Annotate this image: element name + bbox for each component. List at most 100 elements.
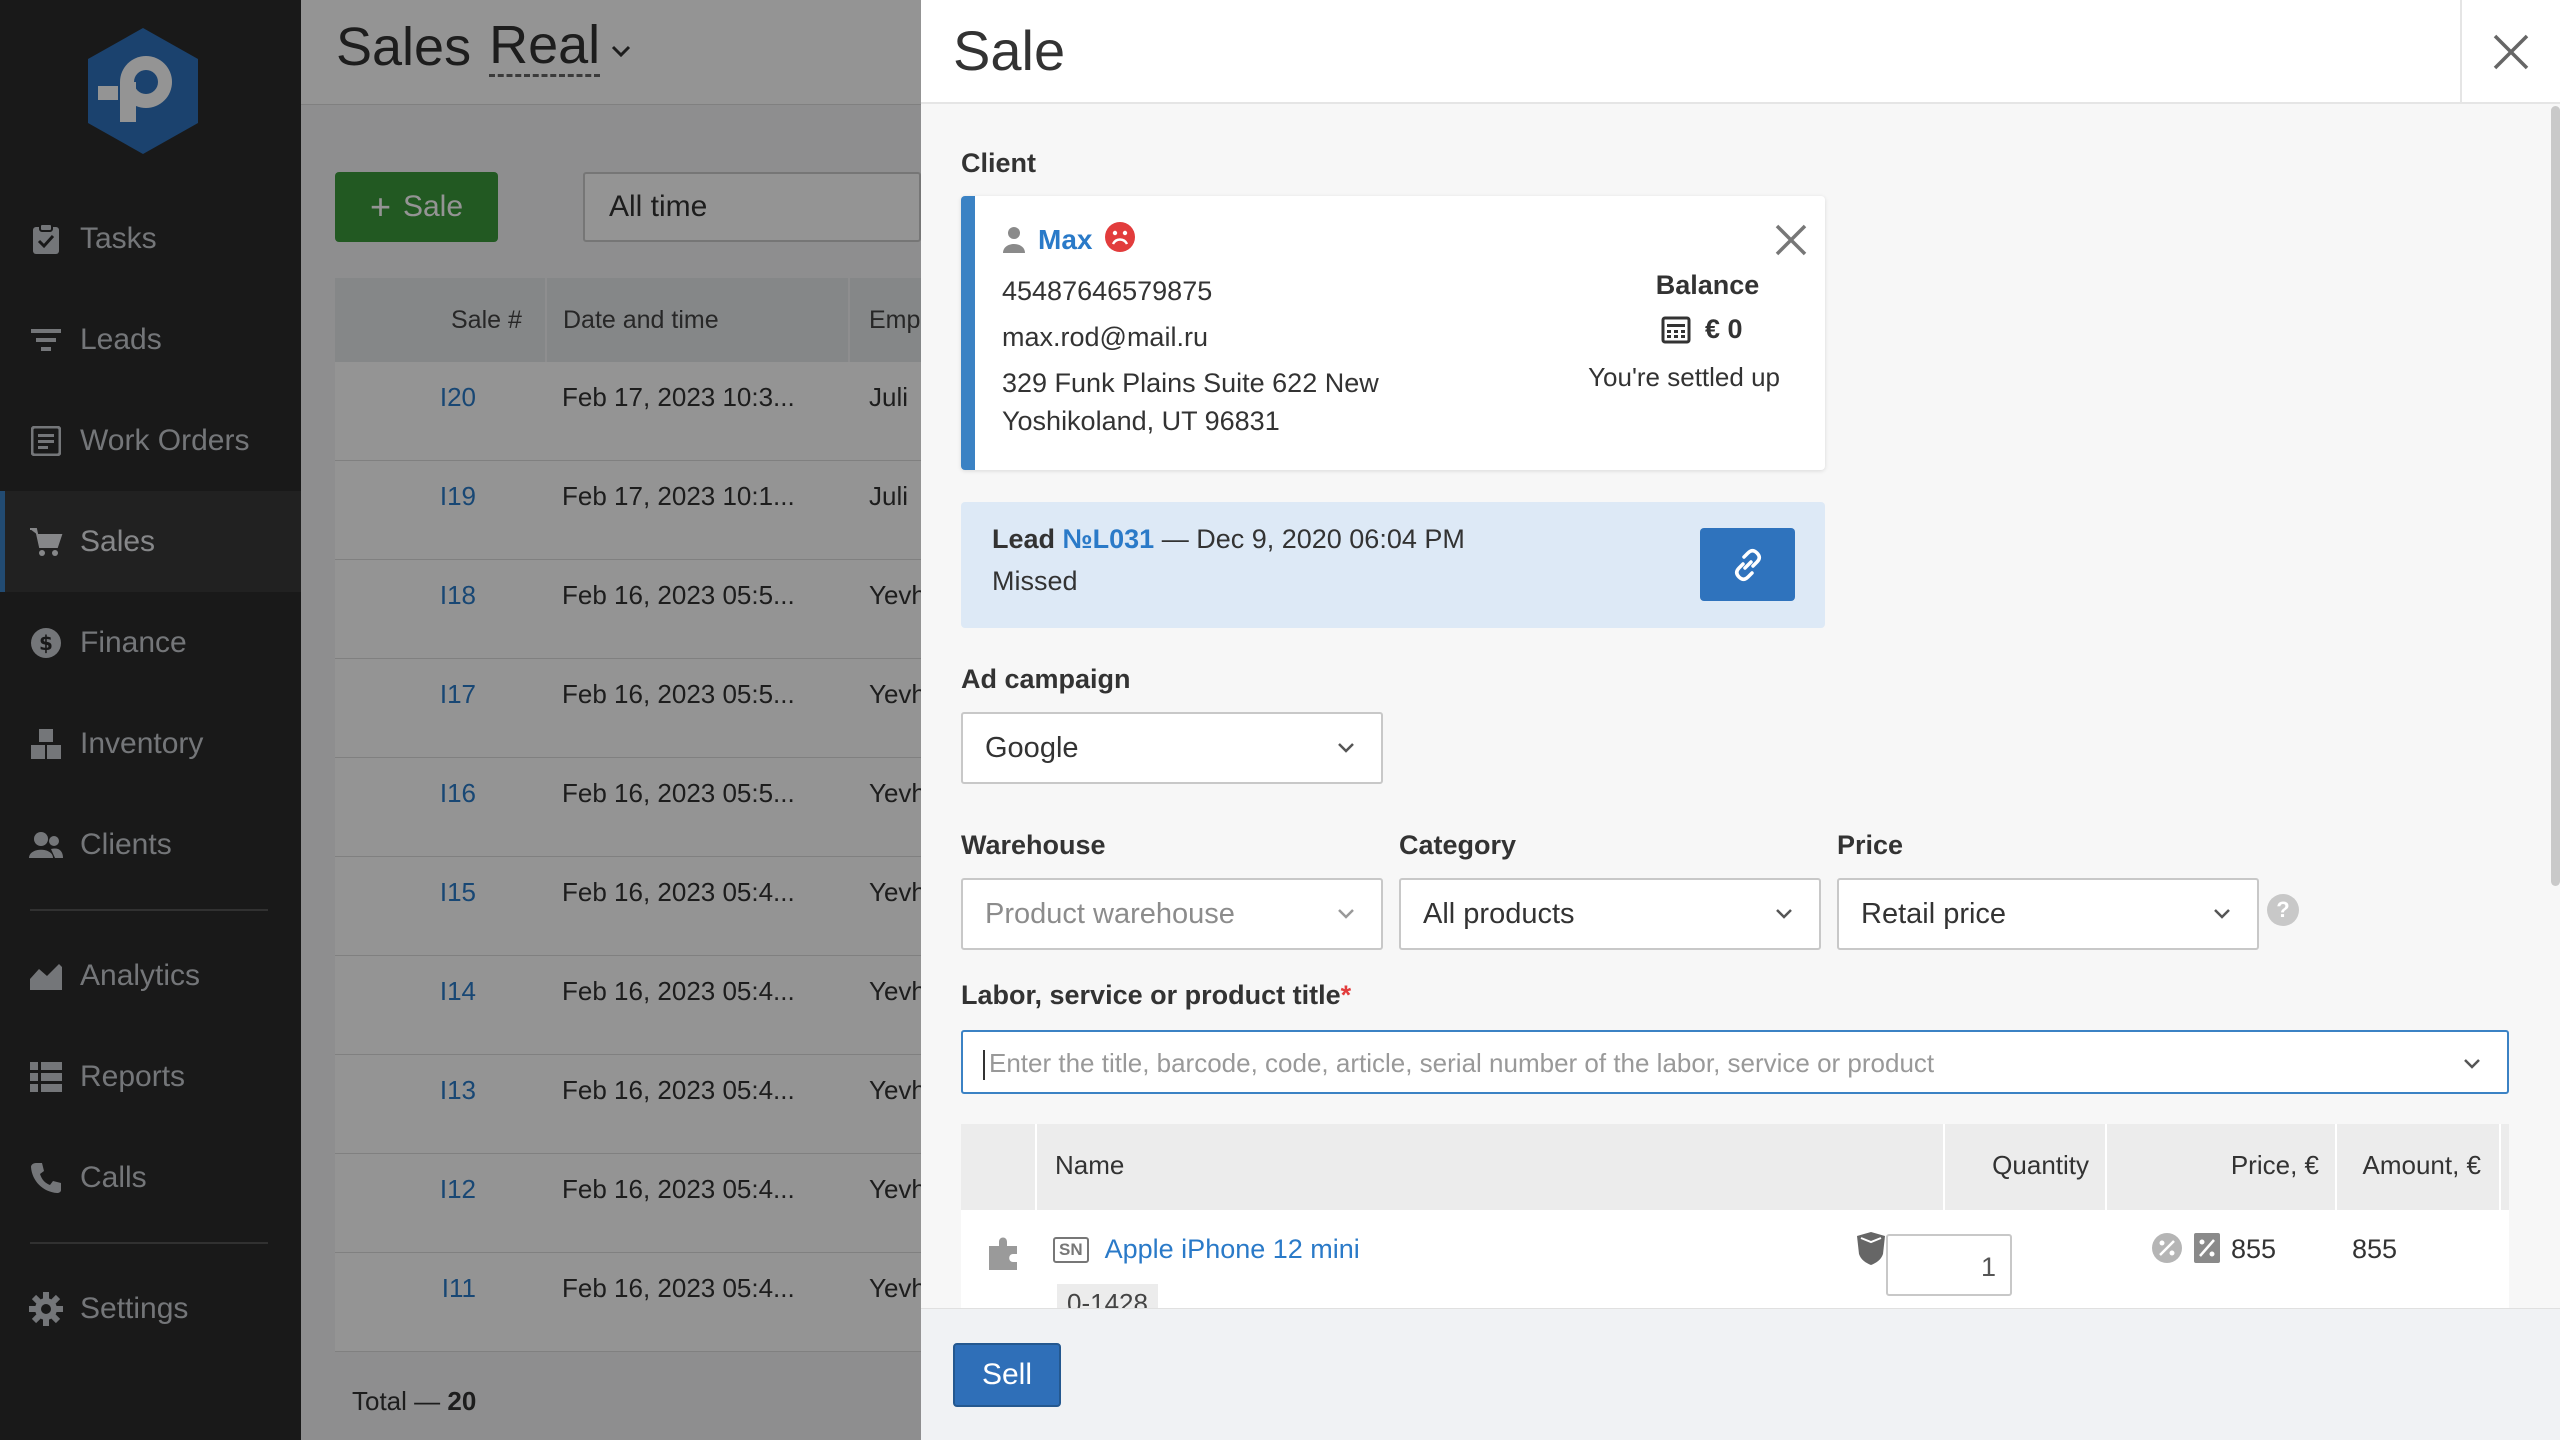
sale-date: Feb 16, 2023 05:4... — [562, 1273, 795, 1303]
product-search-placeholder: Enter the title, barcode, code, article,… — [989, 1048, 1935, 1078]
sale-number-link[interactable]: I18 — [393, 580, 476, 611]
sale-number-link[interactable]: I11 — [393, 1273, 476, 1304]
lead-info: Lead №L031 — Dec 9, 2020 06:04 PM — [992, 524, 1465, 555]
column-date[interactable]: Date and time — [563, 306, 719, 335]
sale-number-link[interactable]: I16 — [393, 778, 476, 809]
remove-client-icon[interactable] — [1771, 220, 1811, 260]
product-price[interactable]: 855 — [2231, 1234, 2276, 1265]
sidebar-item-settings[interactable]: Settings — [0, 1258, 301, 1359]
serial-number-badge: SN — [1053, 1236, 1089, 1263]
table-row[interactable]: I18 Feb 16, 2023 05:5... Yevhen — [335, 560, 955, 659]
sales-total: Total — 20 — [352, 1386, 476, 1417]
table-row[interactable]: I15 Feb 16, 2023 05:4... Yevhen — [335, 857, 955, 956]
close-icon — [2493, 34, 2529, 70]
product-name-link[interactable]: Apple iPhone 12 mini — [1105, 1234, 1360, 1265]
discount-percent-icon[interactable] — [2151, 1232, 2183, 1264]
table-row[interactable]: I13 Feb 16, 2023 05:4... Yevhen — [335, 1055, 955, 1154]
help-icon[interactable]: ? — [2267, 894, 2299, 926]
lead-number-link[interactable]: №L031 — [1063, 524, 1155, 554]
sidebar-item-label: Leads — [80, 322, 162, 356]
period-filter[interactable]: All time — [583, 172, 921, 242]
table-row[interactable]: I20 Feb 17, 2023 10:3... Juli — [335, 362, 921, 461]
products-table-header: Name Quantity Price, € Amount, € — [961, 1124, 2509, 1210]
sale-modal: Sale Client Max 45487646579875 max.rod@m… — [921, 0, 2560, 1440]
sidebar-item-sales[interactable]: Sales — [0, 491, 301, 592]
clipboard-icon — [28, 221, 64, 257]
sidebar-item-inventory[interactable]: Inventory — [0, 693, 301, 794]
client-card: Max 45487646579875 max.rod@mail.ru 329 F… — [961, 196, 1825, 470]
table-row[interactable]: I16 Feb 16, 2023 05:5... Yevhen — [335, 758, 955, 857]
sale-employee: Juli — [869, 382, 909, 412]
list-icon — [28, 1059, 64, 1095]
puzzle-icon[interactable] — [987, 1234, 1021, 1270]
text-cursor — [983, 1050, 985, 1081]
modal-scrollbar[interactable] — [2551, 106, 2560, 886]
column-price: Price, € — [2230, 1150, 2319, 1180]
price-type-select[interactable]: Retail price — [1837, 878, 2259, 950]
column-sale-number[interactable]: Sale # — [451, 306, 522, 335]
category-select[interactable]: All products — [1399, 878, 1821, 950]
sidebar-item-clients[interactable]: Clients — [0, 794, 301, 895]
sidebar-item-calls[interactable]: Calls — [0, 1127, 301, 1228]
modal-footer: Sell — [921, 1308, 2560, 1440]
client-address-line2: Yoshikoland, UT 96831 — [1002, 406, 1280, 436]
table-row[interactable]: I17 Feb 16, 2023 05:5... Yevhen — [335, 659, 955, 758]
sale-number-link[interactable]: I13 — [393, 1075, 476, 1106]
sale-date: Feb 16, 2023 05:5... — [562, 679, 795, 709]
table-row[interactable]: I11 Feb 16, 2023 05:4... Yevhen — [335, 1253, 955, 1352]
product-search-input[interactable]: Enter the title, barcode, code, article,… — [961, 1030, 2509, 1094]
table-row[interactable]: I19 Feb 17, 2023 10:1... Juli — [335, 461, 921, 560]
sale-date: Feb 16, 2023 05:4... — [562, 1075, 795, 1105]
warehouse-select[interactable]: Product warehouse — [961, 878, 1383, 950]
sale-date: Feb 16, 2023 05:4... — [562, 877, 795, 907]
column-amount: Amount, € — [2362, 1150, 2481, 1180]
quantity-input[interactable]: 1 — [1886, 1234, 2012, 1296]
chevron-down-icon — [1338, 909, 1354, 919]
client-label: Client — [961, 148, 1037, 178]
modal-body: Client Max 45487646579875 max.rod@mail.r… — [921, 104, 2560, 1308]
ad-campaign-select[interactable]: Google — [961, 712, 1383, 784]
category-value: All products — [1423, 898, 1575, 930]
table-row[interactable]: I12 Feb 16, 2023 05:4... Yevhen — [335, 1154, 955, 1253]
sell-button[interactable]: Sell — [953, 1343, 1061, 1407]
sidebar-item-leads[interactable]: Leads — [0, 289, 301, 390]
sale-number-link[interactable]: I20 — [393, 382, 476, 413]
sidebar-nav: Tasks Leads Work Orders Sales $ Finance … — [0, 188, 301, 1359]
tax-percent-icon[interactable] — [2193, 1232, 2221, 1264]
chevron-down-icon[interactable] — [2461, 1052, 2483, 1074]
page-title-text: Sales — [336, 17, 472, 77]
product-amount: 855 — [2351, 1234, 2397, 1264]
balance-label: Balance — [1655, 270, 1760, 300]
sidebar-item-analytics[interactable]: Analytics — [0, 925, 301, 1026]
sales-table-header: Sale # Date and time Employ — [335, 278, 952, 362]
app-logo-icon[interactable] — [84, 26, 202, 156]
sidebar-item-finance[interactable]: $ Finance — [0, 592, 301, 693]
sale-number-link[interactable]: I12 — [393, 1174, 476, 1205]
sidebar-item-work-orders[interactable]: Work Orders — [0, 390, 301, 491]
client-name-link[interactable]: Max — [1038, 224, 1092, 256]
warranty-shield-icon[interactable] — [1855, 1230, 1887, 1266]
sale-number-link[interactable]: I19 — [393, 481, 476, 512]
sale-number-link[interactable]: I14 — [393, 976, 476, 1007]
column-quantity: Quantity — [1992, 1150, 2089, 1180]
client-address-line1: 329 Funk Plains Suite 622 New — [1002, 368, 1379, 398]
link-lead-button[interactable] — [1700, 528, 1795, 601]
sidebar-item-label: Reports — [80, 1059, 186, 1093]
table-row[interactable]: I14 Feb 16, 2023 05:4... Yevhen — [335, 956, 955, 1055]
sale-date: Feb 16, 2023 05:4... — [562, 1174, 795, 1204]
products-table: Name Quantity Price, € Amount, € SN Appl… — [961, 1124, 2509, 1308]
sidebar-item-reports[interactable]: Reports — [0, 1026, 301, 1127]
sale-date: Feb 17, 2023 10:3... — [562, 382, 795, 412]
list-type-selector[interactable]: Real — [489, 17, 601, 77]
price-label: Price — [1837, 830, 1904, 860]
lead-status: Missed — [992, 566, 1078, 596]
sidebar-item-tasks[interactable]: Tasks — [0, 188, 301, 289]
required-marker: * — [1340, 980, 1352, 1010]
link-icon — [1734, 548, 1761, 581]
column-name: Name — [1055, 1150, 1125, 1180]
new-sale-button[interactable]: + Sale — [335, 172, 498, 242]
sale-number-link[interactable]: I15 — [393, 877, 476, 908]
chevron-down-icon[interactable] — [610, 44, 632, 58]
modal-close-button[interactable] — [2460, 0, 2560, 104]
sale-number-link[interactable]: I17 — [393, 679, 476, 710]
